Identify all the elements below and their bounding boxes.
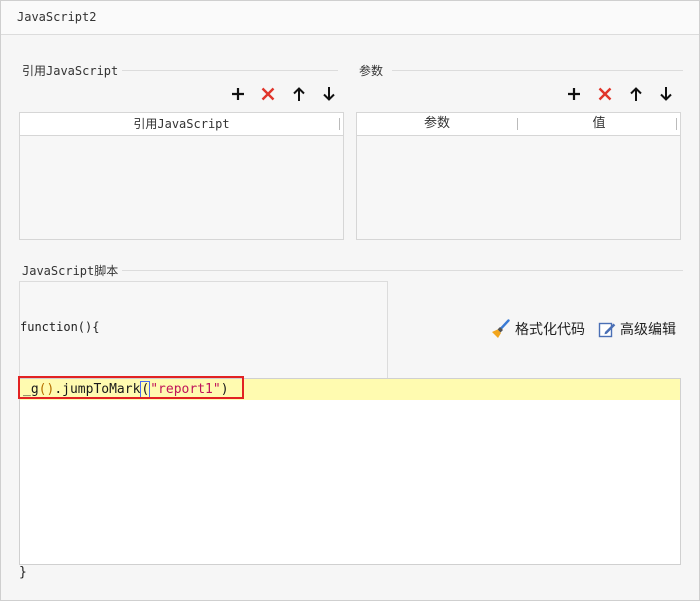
function-header-text: function(){	[20, 320, 100, 334]
advanced-edit-button[interactable]: 高级编辑	[598, 319, 676, 339]
ref-move-down-button[interactable]	[319, 84, 339, 104]
parameters-table: 参数 值	[356, 112, 681, 240]
function-closing-brace: }	[19, 565, 27, 580]
references-column-header[interactable]: 引用JavaScript	[20, 113, 343, 135]
param-name-column-header[interactable]: 参数	[357, 113, 517, 135]
references-section-label: 引用JavaScript	[22, 62, 123, 79]
parameters-section-divider	[392, 70, 683, 71]
annotation-highlight-box	[18, 376, 244, 399]
window-title: JavaScript2	[17, 10, 97, 24]
format-code-button[interactable]: 格式化代码	[491, 319, 585, 339]
param-value-column-header[interactable]: 值	[518, 113, 680, 135]
move-up-icon	[293, 87, 305, 101]
format-code-label: 格式化代码	[515, 322, 585, 338]
ref-add-button[interactable]	[228, 84, 248, 104]
title-bar: JavaScript2	[1, 1, 699, 35]
broom-icon	[492, 319, 510, 338]
references-table-header: 引用JavaScript	[20, 113, 343, 136]
param-move-up-button[interactable]	[626, 84, 646, 104]
advanced-edit-label: 高级编辑	[620, 322, 676, 338]
parameters-section-label: 参数	[359, 62, 388, 79]
move-up-icon	[630, 87, 642, 101]
param-add-button[interactable]	[564, 84, 584, 104]
delete-icon	[261, 87, 275, 101]
param-delete-button[interactable]	[595, 84, 615, 104]
column-separator	[676, 118, 677, 130]
add-icon	[568, 88, 580, 100]
references-table: 引用JavaScript	[19, 112, 344, 240]
edit-icon	[598, 322, 616, 338]
param-move-down-button[interactable]	[656, 84, 676, 104]
code-editor[interactable]: _g().jumpToMark("report1")	[19, 378, 681, 565]
ref-move-up-button[interactable]	[289, 84, 309, 104]
column-separator	[339, 118, 340, 130]
parameters-table-header: 参数 值	[357, 113, 680, 136]
add-icon	[232, 88, 244, 100]
script-section-label: JavaScript脚本	[22, 262, 123, 279]
move-down-icon	[660, 87, 672, 101]
delete-icon	[598, 87, 612, 101]
ref-delete-button[interactable]	[258, 84, 278, 104]
move-down-icon	[323, 87, 335, 101]
